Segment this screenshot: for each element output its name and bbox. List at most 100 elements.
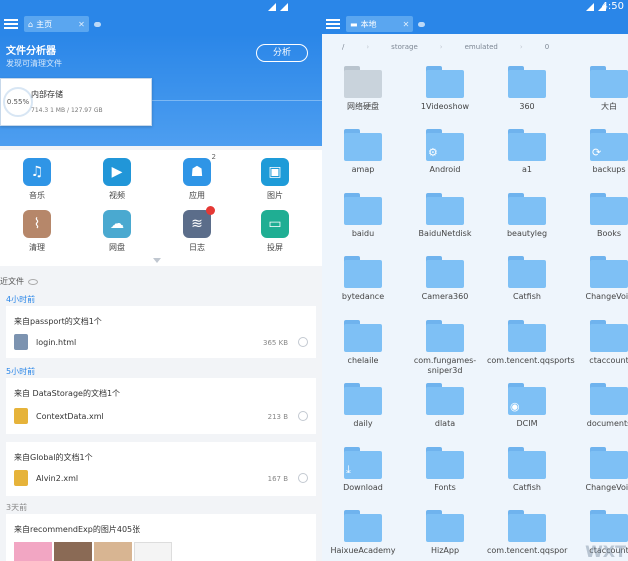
- category-clean[interactable]: ⌇ 清理: [12, 210, 62, 253]
- folder-item[interactable]: amap: [323, 129, 403, 175]
- folder-item[interactable]: a1: [487, 129, 567, 175]
- folder-item[interactable]: ⚙ Android: [405, 129, 485, 175]
- html-file-icon: [14, 334, 28, 350]
- folder-item[interactable]: documents: [569, 383, 628, 429]
- thumbnail[interactable]: [14, 542, 52, 561]
- folder-badge-icon: ⟳: [592, 146, 602, 159]
- cloud-icon[interactable]: [418, 21, 426, 27]
- broom-icon: ⌇: [23, 210, 51, 238]
- watermark: WXT: [585, 542, 626, 561]
- breadcrumb-item[interactable]: /: [342, 43, 344, 51]
- tab-local[interactable]: ▬ 本地 ✕: [346, 16, 414, 32]
- expand-chevron-icon[interactable]: [153, 258, 161, 263]
- folder-icon: [344, 193, 382, 225]
- folder-name: Catfish: [513, 483, 541, 492]
- folder-item[interactable]: chelaile: [323, 320, 403, 366]
- category-label: 投屏: [267, 243, 283, 252]
- folder-icon: [344, 129, 382, 161]
- internal-storage-card[interactable]: 0.55% 内部存储 714.3 1 MB / 127.97 GB: [0, 78, 152, 126]
- category-music[interactable]: ♫ 音乐: [12, 158, 62, 201]
- category-netdisk[interactable]: ☁ 网盘: [92, 210, 142, 253]
- folder-item[interactable]: BaiduNetdisk: [405, 193, 485, 239]
- folder-badge-icon: ◉: [510, 400, 520, 413]
- folder-item[interactable]: 大白: [569, 66, 628, 112]
- folder-item[interactable]: bytedance: [323, 256, 403, 302]
- cloud-icon[interactable]: [93, 21, 101, 27]
- storage-usage-ring: 0.55%: [3, 87, 33, 117]
- folder-item[interactable]: ChangeVoic: [569, 447, 628, 493]
- storage-size: 714.3 1 MB / 127.97 GB: [31, 107, 103, 114]
- folder-name: daily: [353, 419, 373, 428]
- tab-home[interactable]: ⌂ 主页 ✕: [24, 16, 89, 32]
- folder-name: bytedance: [341, 292, 385, 301]
- notification-dot: [206, 206, 215, 215]
- folder-item[interactable]: ⟳ backups: [569, 129, 628, 175]
- folder-item[interactable]: daily: [323, 383, 403, 429]
- recent-card[interactable]: 来自recommendExp的图片405张: [6, 514, 316, 561]
- folder-icon: ⚙: [426, 129, 464, 161]
- folder-item[interactable]: Catfish: [487, 256, 567, 302]
- breadcrumb-item[interactable]: 0: [545, 43, 549, 51]
- select-radio[interactable]: [298, 411, 308, 421]
- folder-item[interactable]: HaixueAcademy: [323, 510, 403, 556]
- folder-item[interactable]: dlata: [405, 383, 485, 429]
- category-cast[interactable]: ▭ 投屏: [250, 210, 300, 253]
- folder-name: com.tencent.qqsports: [487, 356, 575, 365]
- close-icon[interactable]: ✕: [403, 20, 410, 29]
- folder-item[interactable]: ⤓ Download: [323, 447, 403, 493]
- thumbnail[interactable]: [94, 542, 132, 561]
- folder-name: 大白: [601, 102, 617, 111]
- folder-icon: [590, 510, 628, 542]
- folder-icon: [590, 320, 628, 352]
- folder-item[interactable]: ChangeVoic: [569, 256, 628, 302]
- group-title: 5小时前: [6, 367, 36, 376]
- folder-name: 1Videoshow: [420, 102, 470, 111]
- folder-item[interactable]: 网络硬盘: [323, 66, 403, 112]
- file-size: 213 B: [267, 413, 288, 421]
- folder-icon: [508, 510, 546, 542]
- recent-card[interactable]: 来自passport的文档1个 login.html 365 KB: [6, 306, 316, 358]
- category-video[interactable]: ▶ 视频: [92, 158, 142, 201]
- folder-item[interactable]: Books: [569, 193, 628, 239]
- select-radio[interactable]: [298, 337, 308, 347]
- thumbnail[interactable]: [134, 542, 172, 561]
- folder-item[interactable]: HizApp: [405, 510, 485, 556]
- folder-icon: ◉: [508, 383, 546, 415]
- home-pane: ⌂ 主页 ✕ 文件分析器 发现可清理文件 分析 0.55% 内部存储 714.3…: [0, 0, 322, 561]
- phone-icon: ▬: [350, 19, 358, 29]
- thumbnail[interactable]: [54, 542, 92, 561]
- select-radio[interactable]: [298, 473, 308, 483]
- folder-item[interactable]: Fonts: [405, 447, 485, 493]
- recent-card[interactable]: 来自 DataStorage的文档1个 ContextData.xml 213 …: [6, 378, 316, 434]
- category-apps[interactable]: ☗ 2 应用: [172, 153, 222, 201]
- folder-item[interactable]: Catfish: [487, 447, 567, 493]
- recent-card[interactable]: 来自Global的文档1个 Alvin2.xml 167 B: [6, 442, 316, 496]
- folder-item[interactable]: ctaccount: [569, 320, 628, 366]
- folder-item[interactable]: com.tencent.qqsports: [487, 320, 575, 366]
- folder-item[interactable]: beautyleg: [487, 193, 567, 239]
- app-count-badge: 2: [211, 153, 216, 161]
- folder-item[interactable]: 1Videoshow: [405, 66, 485, 112]
- folder-item[interactable]: com.fungames-sniper3d: [405, 320, 485, 376]
- folder-item[interactable]: Camera360: [405, 256, 485, 302]
- card-title: 来自Global的文档1个: [14, 453, 93, 462]
- breadcrumb-item[interactable]: storage: [391, 43, 418, 51]
- folder-name: com.tencent.qqspor: [487, 546, 568, 555]
- eye-icon[interactable]: [28, 278, 38, 285]
- folder-item[interactable]: baidu: [323, 193, 403, 239]
- menu-icon[interactable]: [326, 19, 340, 29]
- breadcrumb-item[interactable]: emulated: [465, 43, 498, 51]
- cloud-drive-icon: [344, 66, 382, 98]
- category-log[interactable]: ≋ 日志: [172, 206, 222, 253]
- folder-name: Catfish: [513, 292, 541, 301]
- breadcrumb: / › storage › emulated › 0: [322, 34, 628, 60]
- folder-item[interactable]: ◉ DCIM: [487, 383, 567, 429]
- category-images[interactable]: ▣ 图片: [250, 158, 300, 201]
- folder-item[interactable]: com.tencent.qqspor: [487, 510, 567, 556]
- analyze-button[interactable]: 分析: [256, 44, 308, 62]
- folder-icon: [426, 383, 464, 415]
- close-icon[interactable]: ✕: [78, 20, 85, 29]
- folder-item[interactable]: 360: [487, 66, 567, 112]
- folder-name: backups: [592, 165, 626, 174]
- menu-icon[interactable]: [4, 19, 18, 29]
